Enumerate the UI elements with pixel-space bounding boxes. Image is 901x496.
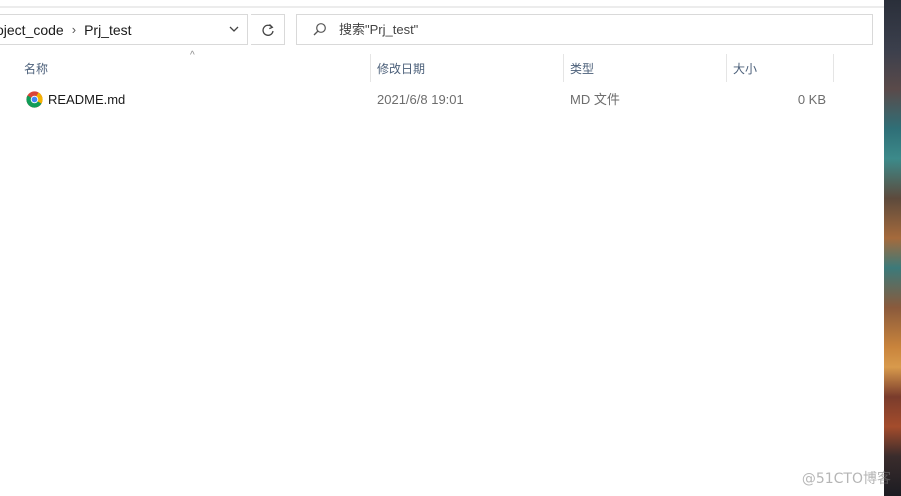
refresh-icon xyxy=(261,23,274,36)
desktop-background-strip xyxy=(884,0,901,496)
column-divider[interactable] xyxy=(726,54,727,82)
column-divider[interactable] xyxy=(370,54,371,82)
chevron-down-icon[interactable] xyxy=(227,22,241,36)
address-bar[interactable]: oject_code › Prj_test xyxy=(0,14,248,45)
column-header-modified[interactable]: 修改日期 xyxy=(377,54,562,82)
search-input[interactable] xyxy=(339,22,839,37)
window-top-divider xyxy=(0,6,884,8)
search-icon xyxy=(311,22,327,38)
file-size: 0 KB xyxy=(797,92,826,107)
column-divider[interactable] xyxy=(833,54,834,82)
column-divider[interactable] xyxy=(563,54,564,82)
file-modified: 2021/6/8 19:01 xyxy=(377,92,464,107)
column-header-size-label: 大小 xyxy=(733,61,758,76)
column-header-type[interactable]: 类型 xyxy=(570,54,725,82)
column-header-name[interactable]: 名称 xyxy=(24,54,369,82)
breadcrumb-separator[interactable]: › xyxy=(72,22,76,37)
column-header-type-label: 类型 xyxy=(570,61,595,76)
chrome-icon xyxy=(26,91,43,108)
file-explorer-window: oject_code › Prj_test ^ 名称 修改日期 xyxy=(0,0,884,496)
column-header-size[interactable]: 大小 xyxy=(733,54,833,82)
search-box[interactable] xyxy=(296,14,873,45)
refresh-button[interactable] xyxy=(251,14,285,45)
file-name: README.md xyxy=(48,92,126,107)
breadcrumb-project-code[interactable]: oject_code xyxy=(0,22,64,38)
watermark: @51CTO博客 xyxy=(801,471,891,487)
breadcrumb-prj-test[interactable]: Prj_test xyxy=(84,22,131,38)
column-header-modified-label: 修改日期 xyxy=(377,61,426,76)
column-header-name-label: 名称 xyxy=(24,61,49,76)
file-type: MD 文件 xyxy=(570,92,620,107)
file-row[interactable]: README.md 2021/6/8 19:01 MD 文件 0 KB xyxy=(18,88,838,112)
